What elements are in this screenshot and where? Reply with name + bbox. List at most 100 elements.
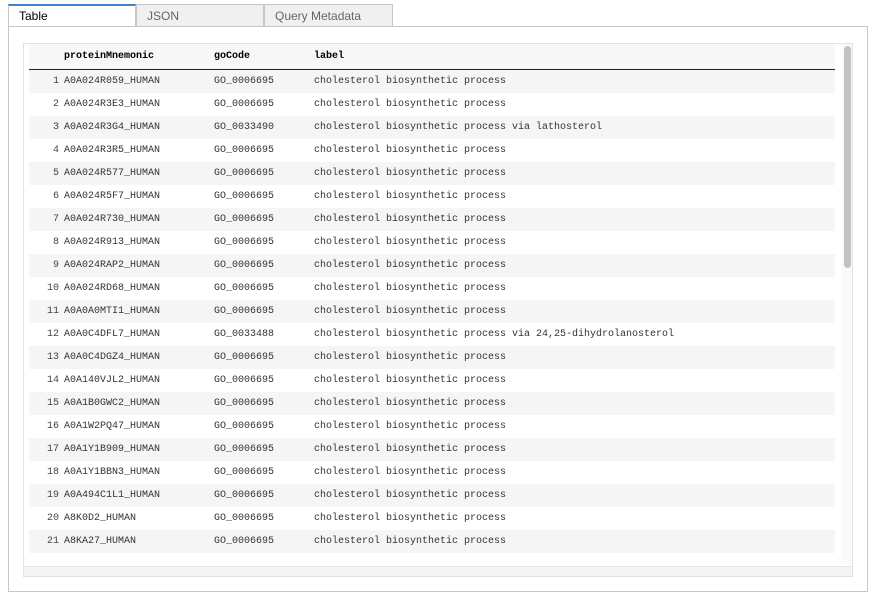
cell-gocode: GO_0006695 bbox=[214, 208, 314, 231]
table-row[interactable]: 6 A0A024R5F7_HUMAN GO_0006695 cholesterol b… bbox=[29, 185, 835, 208]
cell-proteinmnemonic: A0A1B0GWC2_HUMAN bbox=[64, 392, 214, 415]
cell-label: cholesterol biosynthetic process bbox=[314, 369, 835, 392]
table-row[interactable]: 12 A0A0C4DFL7_HUMAN GO_0033488 cholesterol … bbox=[29, 323, 835, 346]
table-row[interactable]: 2 A0A024R3E3_HUMAN GO_0006695 cholesterol b… bbox=[29, 93, 835, 116]
row-number: 9 bbox=[29, 254, 64, 277]
cell-gocode: GO_0006695 bbox=[214, 507, 314, 530]
results-table: proteinMnemonic goCode label 1 A0A024R059… bbox=[29, 44, 835, 553]
cell-proteinmnemonic: A8K0D2_HUMAN bbox=[64, 507, 214, 530]
cell-gocode: GO_0006695 bbox=[214, 162, 314, 185]
table-row[interactable]: 21 A8KA27_HUMAN GO_0006695 cholesterol bios… bbox=[29, 530, 835, 553]
table-row[interactable]: 9 A0A024RAP2_HUMAN GO_0006695 cholesterol b… bbox=[29, 254, 835, 277]
table-row[interactable]: 7 A0A024R730_HUMAN GO_0006695 cholesterol b… bbox=[29, 208, 835, 231]
row-number: 16 bbox=[29, 415, 64, 438]
column-header-gocode[interactable]: goCode bbox=[214, 44, 314, 70]
table-row[interactable]: 17 A0A1Y1B909_HUMAN GO_0006695 cholesterol … bbox=[29, 438, 835, 461]
row-number: 11 bbox=[29, 300, 64, 323]
column-header-label[interactable]: label bbox=[314, 44, 835, 70]
cell-label: cholesterol biosynthetic process bbox=[314, 162, 835, 185]
table-row[interactable]: 16 A0A1W2PQ47_HUMAN GO_0006695 cholesterol … bbox=[29, 415, 835, 438]
table-row[interactable]: 18 A0A1Y1BBN3_HUMAN GO_0006695 cholesterol … bbox=[29, 461, 835, 484]
cell-proteinmnemonic: A0A024RD68_HUMAN bbox=[64, 277, 214, 300]
cell-label: cholesterol biosynthetic process bbox=[314, 277, 835, 300]
row-number-header bbox=[29, 44, 64, 70]
table-row[interactable]: 3 A0A024R3G4_HUMAN GO_0033490 cholesterol b… bbox=[29, 116, 835, 139]
tab-table[interactable]: Table bbox=[8, 4, 136, 27]
horizontal-scrollbar[interactable] bbox=[24, 566, 852, 576]
cell-proteinmnemonic: A0A024R730_HUMAN bbox=[64, 208, 214, 231]
cell-label: cholesterol biosynthetic process bbox=[314, 185, 835, 208]
table-row[interactable]: 4 A0A024R3R5_HUMAN GO_0006695 cholesterol b… bbox=[29, 139, 835, 162]
cell-gocode: GO_0006695 bbox=[214, 231, 314, 254]
cell-gocode: GO_0006695 bbox=[214, 530, 314, 553]
cell-proteinmnemonic: A0A024R3R5_HUMAN bbox=[64, 139, 214, 162]
vertical-scrollbar-thumb[interactable] bbox=[844, 46, 851, 268]
row-number: 4 bbox=[29, 139, 64, 162]
row-number: 21 bbox=[29, 530, 64, 553]
cell-gocode: GO_0006695 bbox=[214, 277, 314, 300]
cell-gocode: GO_0006695 bbox=[214, 300, 314, 323]
cell-proteinmnemonic: A0A0A0MTI1_HUMAN bbox=[64, 300, 214, 323]
cell-gocode: GO_0006695 bbox=[214, 438, 314, 461]
cell-proteinmnemonic: A0A024R577_HUMAN bbox=[64, 162, 214, 185]
row-number: 2 bbox=[29, 93, 64, 116]
cell-gocode: GO_0006695 bbox=[214, 185, 314, 208]
table-row[interactable]: 8 A0A024R913_HUMAN GO_0006695 cholesterol b… bbox=[29, 231, 835, 254]
cell-label: cholesterol biosynthetic process bbox=[314, 300, 835, 323]
cell-proteinmnemonic: A0A024R3G4_HUMAN bbox=[64, 116, 214, 139]
table-row[interactable]: 13 A0A0C4DGZ4_HUMAN GO_0006695 cholesterol … bbox=[29, 346, 835, 369]
cell-label: cholesterol biosynthetic process via 24,… bbox=[314, 323, 835, 346]
cell-label: cholesterol biosynthetic process bbox=[314, 346, 835, 369]
cell-label: cholesterol biosynthetic process bbox=[314, 93, 835, 116]
cell-label: cholesterol biosynthetic process bbox=[314, 139, 835, 162]
cell-label: cholesterol biosynthetic process bbox=[314, 415, 835, 438]
cell-gocode: GO_0006695 bbox=[214, 461, 314, 484]
cell-proteinmnemonic: A0A494C1L1_HUMAN bbox=[64, 484, 214, 507]
cell-proteinmnemonic: A0A024R5F7_HUMAN bbox=[64, 185, 214, 208]
cell-label: cholesterol biosynthetic process bbox=[314, 461, 835, 484]
table-row[interactable]: 10 A0A024RD68_HUMAN GO_0006695 cholesterol … bbox=[29, 277, 835, 300]
cell-proteinmnemonic: A0A1Y1B909_HUMAN bbox=[64, 438, 214, 461]
column-header-proteinmnemonic[interactable]: proteinMnemonic bbox=[64, 44, 214, 70]
cell-gocode: GO_0006695 bbox=[214, 369, 314, 392]
cell-label: cholesterol biosynthetic process bbox=[314, 507, 835, 530]
header-row: proteinMnemonic goCode label bbox=[29, 44, 835, 70]
row-number: 3 bbox=[29, 116, 64, 139]
cell-label: cholesterol biosynthetic process bbox=[314, 231, 835, 254]
table-row[interactable]: 15 A0A1B0GWC2_HUMAN GO_0006695 cholesterol … bbox=[29, 392, 835, 415]
row-number: 14 bbox=[29, 369, 64, 392]
cell-label: cholesterol biosynthetic process bbox=[314, 484, 835, 507]
cell-gocode: GO_0006695 bbox=[214, 415, 314, 438]
cell-proteinmnemonic: A0A024R059_HUMAN bbox=[64, 69, 214, 93]
tab-query-metadata[interactable]: Query Metadata bbox=[264, 4, 393, 26]
cell-gocode: GO_0006695 bbox=[214, 139, 314, 162]
cell-gocode: GO_0033488 bbox=[214, 323, 314, 346]
cell-proteinmnemonic: A0A024RAP2_HUMAN bbox=[64, 254, 214, 277]
row-number: 5 bbox=[29, 162, 64, 185]
table-row[interactable]: 20 A8K0D2_HUMAN GO_0006695 cholesterol bios… bbox=[29, 507, 835, 530]
cell-gocode: GO_0006695 bbox=[214, 254, 314, 277]
row-number: 18 bbox=[29, 461, 64, 484]
row-number: 20 bbox=[29, 507, 64, 530]
table-row[interactable]: 14 A0A140VJL2_HUMAN GO_0006695 cholesterol … bbox=[29, 369, 835, 392]
table-body: 1 A0A024R059_HUMAN GO_0006695 cholesterol b… bbox=[29, 69, 835, 553]
row-number: 8 bbox=[29, 231, 64, 254]
results-panel: proteinMnemonic goCode label 1 A0A024R059… bbox=[8, 26, 868, 592]
cell-proteinmnemonic: A0A0C4DFL7_HUMAN bbox=[64, 323, 214, 346]
table-row[interactable]: 11 A0A0A0MTI1_HUMAN GO_0006695 cholesterol … bbox=[29, 300, 835, 323]
cell-label: cholesterol biosynthetic process bbox=[314, 69, 835, 93]
cell-proteinmnemonic: A0A1Y1BBN3_HUMAN bbox=[64, 461, 214, 484]
cell-gocode: GO_0006695 bbox=[214, 392, 314, 415]
table-row[interactable]: 19 A0A494C1L1_HUMAN GO_0006695 cholesterol … bbox=[29, 484, 835, 507]
row-number: 12 bbox=[29, 323, 64, 346]
row-number: 17 bbox=[29, 438, 64, 461]
table-row[interactable]: 5 A0A024R577_HUMAN GO_0006695 cholesterol b… bbox=[29, 162, 835, 185]
cell-label: cholesterol biosynthetic process bbox=[314, 530, 835, 553]
cell-gocode: GO_0006695 bbox=[214, 484, 314, 507]
cell-proteinmnemonic: A8KA27_HUMAN bbox=[64, 530, 214, 553]
table-row[interactable]: 1 A0A024R059_HUMAN GO_0006695 cholesterol b… bbox=[29, 69, 835, 93]
row-number: 7 bbox=[29, 208, 64, 231]
tab-json[interactable]: JSON bbox=[136, 4, 264, 26]
row-number: 15 bbox=[29, 392, 64, 415]
cell-gocode: GO_0006695 bbox=[214, 69, 314, 93]
